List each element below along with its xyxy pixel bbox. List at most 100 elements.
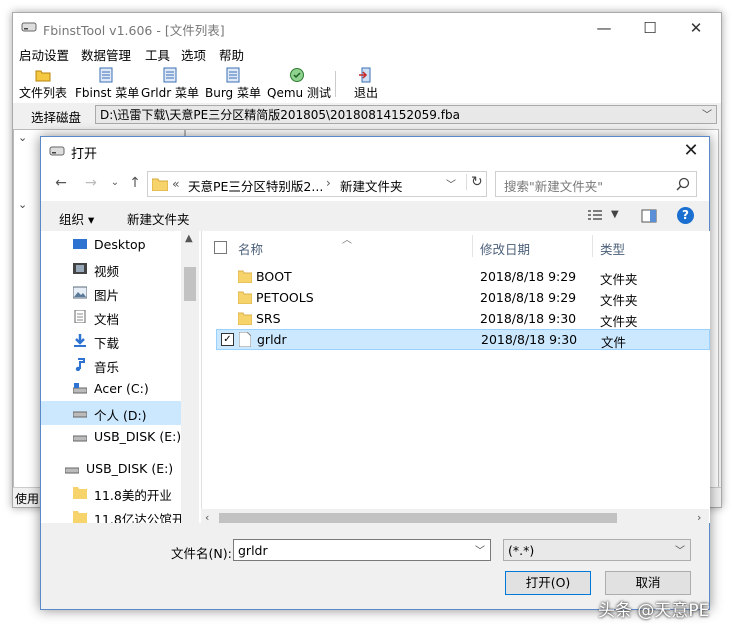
cancel-button[interactable]: 取消 [605,571,691,595]
navigation-scrollbar[interactable]: ▲ [181,231,199,523]
nav-item-desktop[interactable]: Desktop [41,233,181,257]
new-folder-button[interactable]: 新建文件夹 [127,209,190,228]
file-row-folder[interactable]: BOOT 2018/8/18 9:29 文件夹 [216,266,710,287]
toolbar-exit-button[interactable]: 退出 [349,67,383,101]
scroll-thumb[interactable] [219,513,617,523]
toolbar-label: 退出 [353,86,378,100]
nav-item-downloads[interactable]: 下载 [41,329,181,353]
disk-select-value: D:\迅雷下载\天意PE三分区精简版201805\20180814152059.… [100,108,460,122]
column-header-name[interactable]: 名称 [238,239,263,258]
disk-select-combo[interactable]: D:\迅雷下载\天意PE三分区精简版201805\20180814152059.… [95,105,717,124]
view-options-icon[interactable] [587,209,603,223]
search-field[interactable]: 搜索"新建文件夹" [495,171,697,197]
folder-icon [152,178,168,191]
nav-item-drive-e[interactable]: USB_DISK (E:) [41,425,181,449]
nav-item-usb-drive[interactable]: USB_DISK (E:) [41,457,181,481]
view-dropdown-icon[interactable]: ▼ [611,209,619,220]
tree-expand-icon[interactable]: ⌄ [18,131,27,144]
chevron-down-icon[interactable]: ﹀ [475,542,485,557]
preview-pane-icon[interactable] [641,209,657,223]
chevron-down-icon: ﹀ [702,110,712,121]
dialog-close-button[interactable]: ✕ [681,141,701,161]
nav-item-folder[interactable]: 11.8美的开业 [41,481,181,505]
toolbar-burg-menu-button[interactable]: Burg 菜单 [205,67,261,101]
file-date: 2018/8/18 9:30 [481,332,578,347]
menu-list-icon [226,67,240,83]
breadcrumb-overflow[interactable]: « [172,176,180,191]
select-all-checkbox[interactable] [214,241,227,254]
music-icon [75,358,85,371]
forward-arrow-icon[interactable]: → [81,173,101,193]
menu-boot-settings[interactable]: 启动设置 [19,45,69,64]
scroll-right-icon[interactable]: › [697,511,701,524]
up-arrow-icon[interactable]: ↑ [125,173,145,193]
folder-icon [73,511,87,523]
breadcrumb-parent[interactable]: 天意PE三分区特别版2... [188,176,323,195]
breadcrumb-separator: › [326,176,331,190]
picture-icon [73,286,87,299]
dialog-titlebar: 打开 ✕ [41,137,709,165]
menu-options[interactable]: 选项 [181,45,206,64]
address-dropdown-icon[interactable]: ﹀ [446,176,456,191]
file-row-folder[interactable]: PETOOLS 2018/8/18 9:29 文件夹 [216,287,710,308]
nav-item-label: Desktop [94,237,146,252]
row-checkbox-checked[interactable]: ✓ [221,333,234,346]
file-row-folder[interactable]: SRS 2018/8/18 9:30 文件夹 [216,308,710,329]
folder-icon [73,487,87,499]
nav-item-label: 视频 [94,264,120,279]
scroll-left-icon[interactable]: ‹ [205,511,209,524]
toolbar-separator [335,71,336,97]
disk-select-label: 选择磁盘 [31,110,82,125]
nav-item-label: 11.8美的开业 [94,488,172,503]
column-header-date[interactable]: 修改日期 [480,239,530,258]
file-row-selected[interactable]: ✓ grldr 2018/8/18 9:30 文件 [216,329,710,350]
nav-item-drive-d-selected[interactable]: 个人 (D:) [41,401,181,425]
close-button[interactable]: ✕ [681,19,711,39]
filename-input[interactable]: grldr ﹀ [233,539,491,561]
chevron-down-icon[interactable]: ﹀ [675,542,685,557]
toolbar-grldr-menu-button[interactable]: Grldr 菜单 [141,67,199,101]
file-type: 文件 [601,335,627,350]
toolbar-label: Qemu 测试 [267,86,331,100]
organize-button[interactable]: 组织 ▾ [59,209,94,228]
toolbar-qemu-test-button[interactable]: Qemu 测试 [267,67,331,101]
breadcrumb-current[interactable]: 新建文件夹 [340,176,403,195]
nav-item-folder[interactable]: 11.8亿达公馆开业 [41,505,181,523]
scroll-thumb[interactable] [184,267,196,301]
horizontal-scrollbar[interactable]: ‹ › [201,509,709,527]
nav-item-videos[interactable]: 视频 [41,257,181,281]
nav-item-label: 图片 [94,288,120,303]
desktop-icon [73,239,87,249]
toolbar-label: Fbinst 菜单 [75,86,140,100]
nav-item-music[interactable]: 音乐 [41,353,181,377]
toolbar-fbinst-menu-button[interactable]: Fbinst 菜单 [75,67,140,101]
nav-item-drive-c[interactable]: Acer (C:) [41,377,181,401]
column-header-type[interactable]: 类型 [600,239,625,258]
file-type-filter[interactable]: (*.*) ﹀ [503,539,691,561]
search-icon[interactable] [676,177,690,191]
open-button[interactable]: 打开(O) [505,571,591,595]
command-bar: 组织 ▾ 新建文件夹 ▼ ? [41,201,709,232]
nav-item-label: USB_DISK (E:) [86,461,174,476]
back-arrow-icon[interactable]: ← [51,173,71,193]
main-window-title: FbinstTool v1.606 - [文件列表] [43,23,225,38]
nav-item-pictures[interactable]: 图片 [41,281,181,305]
scroll-up-icon[interactable]: ▲ [185,233,193,244]
menu-help[interactable]: 帮助 [219,45,244,64]
main-toolbar: 文件列表 Fbinst 菜单 Grldr 菜单 Burg 菜单 Qemu 测试 … [13,65,721,104]
minimize-button[interactable]: — [589,19,619,39]
column-divider[interactable] [592,235,593,257]
recent-locations-chevron-icon[interactable]: ⌄ [105,173,125,193]
help-icon[interactable]: ? [677,207,694,224]
maximize-button[interactable]: ☐ [635,19,665,39]
document-icon [74,310,86,323]
menu-data-management[interactable]: 数据管理 [81,45,131,64]
toolbar-file-list-button[interactable]: 文件列表 [17,67,69,101]
column-divider[interactable] [472,235,473,257]
menu-tools[interactable]: 工具 [145,45,170,64]
tree-expand-icon[interactable]: ⌄ [18,198,27,211]
refresh-icon[interactable]: ↻ [466,174,483,190]
address-bar[interactable]: « 天意PE三分区特别版2... › 新建文件夹 ﹀ ↻ [147,171,487,197]
folder-icon [238,270,252,283]
nav-item-documents[interactable]: 文档 [41,305,181,329]
